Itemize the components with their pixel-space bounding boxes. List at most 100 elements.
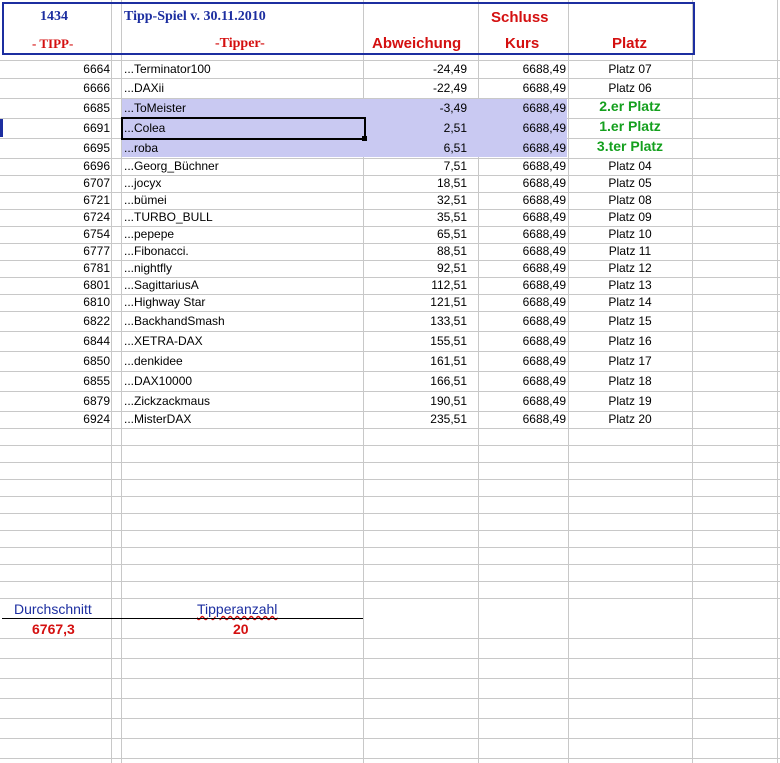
abweichung-cell[interactable]: -3,49 — [365, 101, 467, 115]
tipp-cell[interactable]: 6696 — [2, 159, 110, 173]
tipper-cell[interactable]: ...TURBO_BULL — [124, 210, 213, 224]
platz-cell[interactable]: Platz 14 — [570, 295, 690, 309]
abweichung-cell[interactable]: 190,51 — [365, 394, 467, 408]
tipp-cell[interactable]: 6695 — [2, 141, 110, 155]
platz-cell[interactable]: Platz 07 — [570, 62, 690, 76]
tipp-cell[interactable]: 6685 — [2, 101, 110, 115]
platz-cell[interactable]: Platz 05 — [570, 176, 690, 190]
tipper-cell[interactable]: ...Georg_Büchner — [124, 159, 219, 173]
tipp-cell[interactable]: 6801 — [2, 278, 110, 292]
kurs-cell[interactable]: 6688,49 — [480, 334, 566, 348]
tipper-cell[interactable]: ...Fibonacci. — [124, 244, 189, 258]
column-header-abweichung[interactable]: Abweichung — [372, 35, 461, 52]
tipper-cell[interactable]: ...XETRA-DAX — [124, 334, 203, 348]
durchschnitt-label[interactable]: Durchschnitt — [14, 601, 92, 617]
platz-cell[interactable]: Platz 09 — [570, 210, 690, 224]
platz-cell[interactable]: Platz 16 — [570, 334, 690, 348]
durchschnitt-value[interactable]: 6767,3 — [32, 621, 75, 637]
column-header-tipper[interactable]: -Tipper- — [215, 36, 265, 52]
tipp-cell[interactable]: 6924 — [2, 412, 110, 426]
tipperanzahl-label[interactable]: Tipperanzahl — [197, 601, 277, 617]
kurs-cell[interactable]: 6688,49 — [480, 394, 566, 408]
kurs-cell[interactable]: 6688,49 — [480, 81, 566, 95]
platz-cell[interactable]: 3.ter Platz — [570, 138, 690, 154]
tipp-cell[interactable]: 6664 — [2, 62, 110, 76]
column-header-platz[interactable]: Platz — [612, 35, 647, 52]
abweichung-cell[interactable]: 2,51 — [365, 121, 467, 135]
platz-cell[interactable]: Platz 18 — [570, 374, 690, 388]
kurs-cell[interactable]: 6688,49 — [480, 314, 566, 328]
abweichung-cell[interactable]: 7,51 — [365, 159, 467, 173]
platz-cell[interactable]: Platz 08 — [570, 193, 690, 207]
tipperanzahl-value[interactable]: 20 — [233, 621, 249, 637]
platz-cell[interactable]: Platz 12 — [570, 261, 690, 275]
abweichung-cell[interactable]: 112,51 — [365, 278, 467, 292]
tipp-cell[interactable]: 6822 — [2, 314, 110, 328]
schluss-label[interactable]: Schluss — [491, 9, 549, 26]
abweichung-cell[interactable]: -22,49 — [365, 81, 467, 95]
tipp-cell[interactable]: 6781 — [2, 261, 110, 275]
abweichung-cell[interactable]: 88,51 — [365, 244, 467, 258]
platz-cell[interactable]: Platz 19 — [570, 394, 690, 408]
active-cell-selection[interactable] — [121, 117, 366, 140]
platz-cell[interactable]: Platz 11 — [570, 244, 690, 258]
tipp-cell[interactable]: 6666 — [2, 81, 110, 95]
abweichung-cell[interactable]: 166,51 — [365, 374, 467, 388]
tipper-cell[interactable]: ...Terminator100 — [124, 62, 211, 76]
kurs-cell[interactable]: 6688,49 — [480, 159, 566, 173]
tipper-cell[interactable]: ...roba — [124, 141, 158, 155]
tipp-cell[interactable]: 6754 — [2, 227, 110, 241]
tipper-cell[interactable]: ...nightfly — [124, 261, 172, 275]
tipper-cell[interactable]: ...DAX10000 — [124, 374, 192, 388]
column-header-tipp[interactable]: - TIPP- — [32, 36, 73, 52]
tipp-cell[interactable]: 6855 — [2, 374, 110, 388]
tipper-cell[interactable]: ...MisterDAX — [124, 412, 191, 426]
kurs-cell[interactable]: 6688,49 — [480, 62, 566, 76]
abweichung-cell[interactable]: -24,49 — [365, 62, 467, 76]
game-id[interactable]: 1434 — [40, 9, 68, 25]
abweichung-cell[interactable]: 6,51 — [365, 141, 467, 155]
tipp-cell[interactable]: 6721 — [2, 193, 110, 207]
kurs-cell[interactable]: 6688,49 — [480, 412, 566, 426]
platz-cell[interactable]: Platz 13 — [570, 278, 690, 292]
tipp-cell[interactable]: 6844 — [2, 334, 110, 348]
kurs-cell[interactable]: 6688,49 — [480, 101, 566, 115]
abweichung-cell[interactable]: 65,51 — [365, 227, 467, 241]
tipp-cell[interactable]: 6810 — [2, 295, 110, 309]
abweichung-cell[interactable]: 161,51 — [365, 354, 467, 368]
kurs-cell[interactable]: 6688,49 — [480, 261, 566, 275]
tipp-cell[interactable]: 6724 — [2, 210, 110, 224]
abweichung-cell[interactable]: 18,51 — [365, 176, 467, 190]
abweichung-cell[interactable]: 155,51 — [365, 334, 467, 348]
abweichung-cell[interactable]: 133,51 — [365, 314, 467, 328]
column-header-kurs[interactable]: Kurs — [505, 35, 539, 52]
tipp-cell[interactable]: 6850 — [2, 354, 110, 368]
platz-cell[interactable]: Platz 20 — [570, 412, 690, 426]
tipper-cell[interactable]: ...bümei — [124, 193, 167, 207]
platz-cell[interactable]: Platz 15 — [570, 314, 690, 328]
fill-handle[interactable] — [362, 136, 367, 141]
abweichung-cell[interactable]: 92,51 — [365, 261, 467, 275]
tipper-cell[interactable]: ...denkidee — [124, 354, 183, 368]
tipper-cell[interactable]: ...pepepe — [124, 227, 174, 241]
tipper-cell[interactable]: ...jocyx — [124, 176, 161, 190]
kurs-cell[interactable]: 6688,49 — [480, 374, 566, 388]
kurs-cell[interactable]: 6688,49 — [480, 121, 566, 135]
tipper-cell[interactable]: ...BackhandSmash — [124, 314, 225, 328]
tipper-cell[interactable]: ...DAXii — [124, 81, 164, 95]
tipper-cell[interactable]: ...ToMeister — [124, 101, 186, 115]
platz-cell[interactable]: Platz 17 — [570, 354, 690, 368]
platz-cell[interactable]: 1.er Platz — [570, 118, 690, 134]
kurs-cell[interactable]: 6688,49 — [480, 227, 566, 241]
platz-cell[interactable]: 2.er Platz — [570, 98, 690, 114]
tipp-cell[interactable]: 6691 — [2, 121, 110, 135]
tipp-cell[interactable]: 6707 — [2, 176, 110, 190]
tipper-cell[interactable]: ...SagittariusA — [124, 278, 199, 292]
abweichung-cell[interactable]: 35,51 — [365, 210, 467, 224]
kurs-cell[interactable]: 6688,49 — [480, 244, 566, 258]
abweichung-cell[interactable]: 235,51 — [365, 412, 467, 426]
platz-cell[interactable]: Platz 06 — [570, 81, 690, 95]
abweichung-cell[interactable]: 32,51 — [365, 193, 467, 207]
kurs-cell[interactable]: 6688,49 — [480, 354, 566, 368]
tipper-cell[interactable]: ...Highway Star — [124, 295, 205, 309]
